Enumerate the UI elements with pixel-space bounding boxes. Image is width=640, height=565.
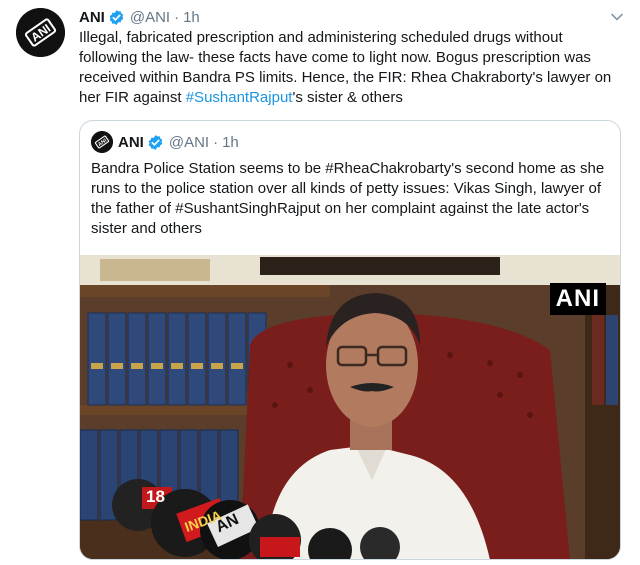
mic-label-18: 18 bbox=[146, 487, 165, 506]
author-handle[interactable]: @ANI bbox=[130, 9, 170, 26]
quoted-tweet-timestamp: 1h bbox=[222, 133, 239, 151]
quoted-tweet-media[interactable]: ANI 18 INDIA AN bbox=[80, 255, 620, 559]
ani-logo-icon: ANI bbox=[16, 8, 65, 57]
quoted-tweet-header: ANI @ANI · 1h bbox=[118, 132, 239, 152]
quoted-author-handle: @ANI bbox=[168, 133, 210, 151]
tweet-card[interactable]: ANI ANI @ANI · 1h Illegal, fabricated pr… bbox=[0, 0, 640, 565]
separator-dot: · bbox=[213, 133, 219, 151]
author-avatar[interactable]: ANI bbox=[16, 8, 65, 57]
tweet-timestamp[interactable]: 1h bbox=[183, 9, 200, 26]
quoted-tweet[interactable]: ANI ANI @ANI · 1h Bandra Police Station … bbox=[79, 120, 621, 560]
hashtag-link[interactable]: #SushantRajput bbox=[186, 89, 293, 106]
ani-watermark: ANI bbox=[549, 283, 606, 315]
chevron-down-icon[interactable] bbox=[608, 8, 626, 26]
verified-badge-icon bbox=[108, 9, 125, 26]
separator-dot: · bbox=[174, 8, 180, 26]
press-conference-photo bbox=[80, 255, 620, 559]
quoted-author-avatar: ANI bbox=[91, 131, 113, 153]
tweet-header: ANI @ANI · 1h bbox=[79, 6, 600, 28]
author-name[interactable]: ANI bbox=[79, 9, 105, 26]
ani-logo-icon: ANI bbox=[91, 131, 113, 153]
tweet-text-part: 's sister & others bbox=[292, 89, 403, 106]
quoted-author-name: ANI bbox=[118, 133, 144, 151]
quoted-tweet-text: Bandra Police Station seems to be #RheaC… bbox=[91, 160, 605, 237]
verified-badge-icon bbox=[147, 134, 164, 151]
tweet-text: Illegal, fabricated prescription and adm… bbox=[79, 28, 624, 108]
